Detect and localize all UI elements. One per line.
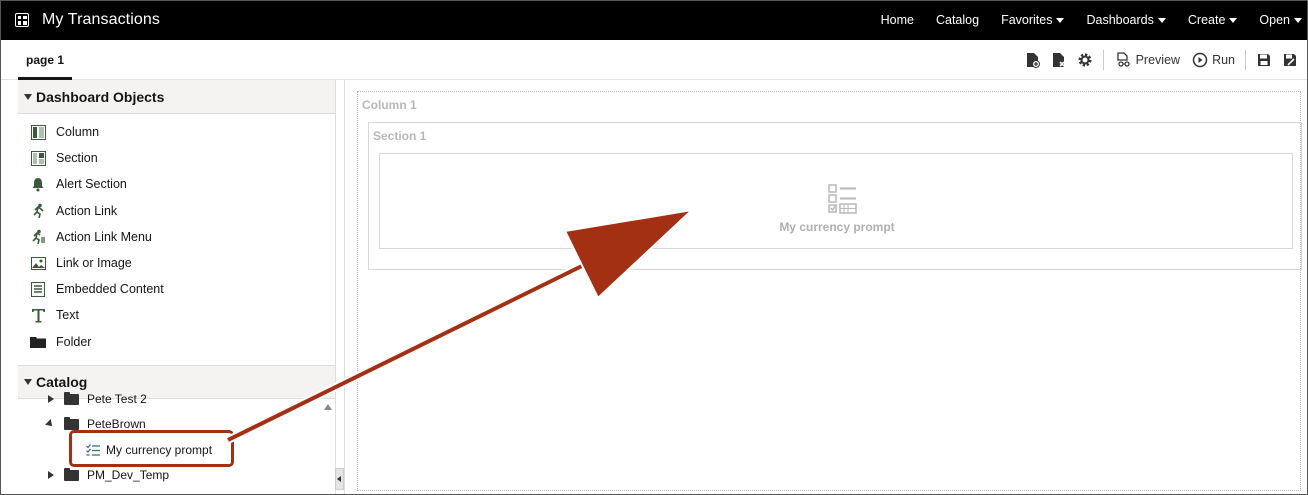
nav-dashboards[interactable]: Dashboards: [1086, 13, 1166, 27]
object-label: Section: [56, 151, 98, 166]
object-label: Link or Image: [56, 256, 132, 271]
folder-icon: [64, 391, 79, 405]
chevron-down-icon: [1056, 17, 1065, 23]
run-label: Run: [1212, 53, 1235, 67]
object-label: Column: [56, 125, 100, 140]
nav-catalog[interactable]: Catalog: [936, 13, 979, 27]
object-alert-section[interactable]: Alert Section: [18, 171, 335, 197]
bell-icon: [30, 176, 46, 192]
prompt-object[interactable]: My currency prompt: [379, 153, 1293, 249]
tab-toolbar-row: page 1 Preview Run: [0, 40, 1308, 80]
prompt-label: My currency prompt: [779, 220, 895, 234]
column-title: Column 1: [362, 98, 417, 112]
nav-create[interactable]: Create: [1188, 13, 1238, 27]
object-action-link-menu[interactable]: Action Link Menu: [18, 224, 335, 250]
expand-triangle-icon[interactable]: [48, 471, 54, 479]
gear-icon[interactable]: [1077, 52, 1093, 68]
preview-label: Preview: [1135, 53, 1181, 67]
object-label: Text: [56, 308, 79, 323]
object-label: Alert Section: [56, 177, 127, 192]
toolbar-divider: [1102, 50, 1104, 70]
section-icon: [30, 150, 46, 166]
tree-folder-pm-dev-temp[interactable]: PM_Dev_Temp: [48, 465, 169, 485]
dashboard-canvas: Column 1 Section 1 My currency prompt: [344, 80, 1308, 495]
object-label: Folder: [56, 334, 92, 349]
nav-home[interactable]: Home: [881, 13, 914, 27]
save-as-icon[interactable]: [1282, 52, 1298, 68]
object-label: Action Link: [56, 203, 118, 218]
editor-toolbar: Preview Run: [1015, 48, 1298, 72]
app-title: My Transactions: [42, 11, 160, 28]
expanded-triangle-icon[interactable]: [45, 419, 55, 429]
app-grid-icon[interactable]: [15, 13, 29, 27]
object-column[interactable]: Column: [18, 119, 335, 145]
prompt-placeholder-icon: [828, 184, 858, 214]
object-link-or-image[interactable]: Link or Image: [18, 250, 335, 276]
scroll-up-icon[interactable]: [324, 404, 332, 410]
toolbar-divider: [1245, 50, 1246, 70]
add-page-icon[interactable]: [1025, 52, 1041, 68]
collapse-triangle-icon: [24, 93, 32, 100]
tree-label: PM_Dev_Temp: [87, 468, 170, 482]
section-title: Section 1: [373, 129, 427, 143]
object-label: Action Link Menu: [56, 229, 152, 244]
dashboard-objects-title: Dashboard Objects: [36, 88, 165, 105]
run-button[interactable]: Run: [1192, 52, 1235, 68]
dashboard-objects-header[interactable]: Dashboard Objects: [18, 80, 335, 114]
tree-folder-pete-test-2[interactable]: Pete Test 2: [48, 389, 147, 409]
runner-menu-icon: [30, 229, 46, 245]
preview-icon: [1116, 52, 1130, 67]
catalog-scrollbar[interactable]: [320, 398, 335, 495]
panel-collapse-handle[interactable]: [335, 468, 344, 490]
folder-icon: [64, 416, 79, 430]
object-section[interactable]: Section: [18, 145, 335, 171]
delete-page-icon[interactable]: [1051, 52, 1067, 68]
folder-icon: [64, 467, 79, 481]
column-container[interactable]: Column 1 Section 1 My currency prompt: [357, 91, 1302, 491]
play-circle-icon: [1192, 52, 1208, 68]
column-icon: [30, 124, 46, 140]
folder-icon: [30, 334, 46, 350]
save-icon[interactable]: [1256, 52, 1272, 68]
annotation-highlight-box: [69, 430, 234, 467]
nav-open[interactable]: Open: [1259, 13, 1302, 27]
section-container[interactable]: Section 1 My currency prompt: [368, 122, 1302, 270]
preview-button[interactable]: Preview: [1116, 52, 1180, 68]
top-nav: Home Catalog Favorites Dashboards Create…: [859, 0, 1302, 40]
chevron-down-icon: [1294, 17, 1302, 23]
chevron-down-icon: [1157, 17, 1166, 23]
object-text[interactable]: Text: [18, 302, 335, 328]
chevron-down-icon: [1229, 17, 1238, 23]
catalog-title: Catalog: [36, 374, 88, 390]
runner-icon: [30, 203, 46, 219]
object-folder[interactable]: Folder: [18, 329, 335, 355]
top-bar: My Transactions Home Catalog Favorites D…: [0, 0, 1308, 40]
expand-triangle-icon[interactable]: [48, 395, 54, 403]
object-embedded-content[interactable]: Embedded Content: [18, 276, 335, 302]
tree-label: Pete Test 2: [87, 392, 147, 406]
tab-page-1[interactable]: page 1: [18, 40, 73, 80]
embedded-icon: [30, 281, 46, 297]
object-action-link[interactable]: Action Link: [18, 198, 335, 224]
nav-favorites[interactable]: Favorites: [1001, 13, 1065, 27]
object-label: Embedded Content: [56, 282, 164, 297]
collapse-triangle-icon: [24, 379, 32, 385]
text-icon: [30, 307, 46, 323]
image-link-icon: [30, 255, 46, 271]
dashboard-objects-list: Column Section Alert Section Action Link…: [18, 114, 335, 355]
tree-label: PeteBrown: [87, 417, 146, 431]
